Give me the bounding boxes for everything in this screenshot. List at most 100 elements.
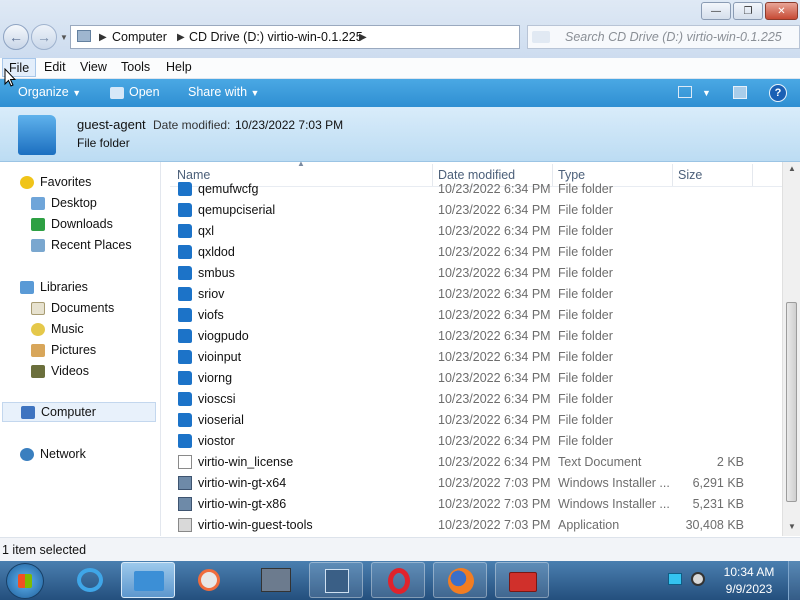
view-options-icon[interactable] [678, 86, 692, 98]
folder-icon [178, 182, 192, 196]
open-button[interactable]: Open [129, 85, 160, 99]
file-date-modified: 10/23/2022 6:34 PM [438, 392, 551, 406]
back-button[interactable]: ← [3, 24, 29, 50]
preview-pane-icon[interactable] [733, 86, 747, 99]
chevron-down-icon: ▼ [72, 88, 82, 98]
vertical-scrollbar[interactable]: ▲ ▼ [782, 162, 800, 536]
column-size[interactable]: Size [678, 168, 702, 182]
file-date-modified: 10/23/2022 6:34 PM [438, 350, 551, 364]
file-list: qemufwcfg 10/23/2022 6:34 PM File folder qe… [0, 182, 782, 536]
file-row[interactable]: viogpudo 10/23/2022 6:34 PM File folder [170, 326, 782, 347]
start-button[interactable] [6, 563, 44, 599]
file-date-modified: 10/23/2022 6:34 PM [438, 266, 551, 280]
file-row[interactable]: virtio-win-gt-x64 10/23/2022 7:03 PM Windo… [170, 473, 782, 494]
search-box[interactable]: Search CD Drive (D:) virtio-win-0.1.225 [527, 25, 800, 49]
file-row[interactable]: virtio-win-guest-tools 10/23/2022 7:03 PM… [170, 515, 782, 536]
file-date-modified: 10/23/2022 7:03 PM [438, 476, 551, 490]
scroll-thumb[interactable] [786, 302, 797, 502]
file-row[interactable]: virtio-win-gt-x86 10/23/2022 7:03 PM Windo… [170, 494, 782, 515]
minimize-button[interactable]: — [701, 2, 731, 20]
file-row[interactable]: qemupciserial 10/23/2022 6:34 PM File fold… [170, 200, 782, 221]
file-row[interactable]: virtio-win_license 10/23/2022 6:34 PM Text… [170, 452, 782, 473]
menu-tools[interactable]: Tools [121, 60, 150, 74]
tray-network-icon[interactable] [668, 573, 682, 585]
file-row[interactable]: smbus 10/23/2022 6:34 PM File folder [170, 263, 782, 284]
share-with-label: Share with [188, 85, 248, 99]
file-type: Text Document [558, 455, 642, 469]
file-row[interactable]: vioscsi 10/23/2022 6:34 PM File folder [170, 389, 782, 410]
organize-button[interactable]: Organize ▼ [18, 85, 81, 99]
file-row[interactable]: sriov 10/23/2022 6:34 PM File folder [170, 284, 782, 305]
help-icon[interactable]: ? [769, 84, 787, 102]
taskbar-app-window[interactable] [309, 562, 363, 598]
file-row[interactable]: vioserial 10/23/2022 6:34 PM File folder [170, 410, 782, 431]
details-type: File folder [77, 136, 130, 150]
breadcrumb-separator-icon: ▶ [99, 32, 107, 43]
clock-date[interactable]: 9/9/2023 [722, 582, 776, 596]
breadcrumb-computer[interactable]: Computer [112, 30, 167, 44]
clock-time[interactable]: 10:34 AM [722, 565, 776, 579]
menu-edit[interactable]: Edit [44, 60, 66, 74]
taskbar-opera[interactable] [371, 562, 425, 598]
column-type[interactable]: Type [558, 168, 585, 182]
file-row[interactable]: qxldod 10/23/2022 6:34 PM File folder [170, 242, 782, 263]
file-row[interactable]: qemufwcfg 10/23/2022 6:34 PM File folder [170, 182, 782, 200]
menu-view[interactable]: View [80, 60, 107, 74]
file-date-modified: 10/23/2022 7:03 PM [438, 518, 551, 532]
file-name: qxldod [198, 245, 235, 259]
taskbar-firefox[interactable] [433, 562, 487, 598]
forward-button[interactable]: → [31, 24, 57, 50]
app-window-icon [325, 569, 349, 593]
column-date-modified[interactable]: Date modified [438, 168, 515, 182]
share-with-button[interactable]: Share with ▼ [188, 85, 259, 99]
windows-logo-icon [18, 574, 32, 588]
details-date-label: Date modified: [153, 118, 231, 132]
file-name: sriov [198, 287, 225, 301]
column-name[interactable]: Name [177, 168, 210, 182]
file-size: 6,291 KB [692, 476, 744, 490]
menu-help[interactable]: Help [166, 60, 192, 74]
file-name: virtio-win_license [198, 455, 294, 469]
maximize-button[interactable]: ❐ [733, 2, 763, 20]
file-name: qemufwcfg [198, 182, 259, 196]
details-name: guest-agent [77, 117, 146, 132]
taskbar-app-computer[interactable] [249, 562, 303, 598]
taskbar-internet-explorer[interactable] [63, 562, 117, 598]
file-type: File folder [558, 371, 613, 385]
file-row[interactable]: qxl 10/23/2022 6:34 PM File folder [170, 221, 782, 242]
file-row[interactable]: viostor 10/23/2022 6:34 PM File folder [170, 431, 782, 452]
folder-icon [178, 245, 192, 259]
taskbar-media-player[interactable] [181, 562, 235, 598]
address-bar[interactable]: ▶ Computer ▶ CD Drive (D:) virtio-win-0.… [70, 25, 520, 49]
refresh-icon[interactable] [532, 31, 550, 43]
tray-volume-icon[interactable] [691, 572, 705, 586]
ie-icon [77, 568, 103, 592]
file-row[interactable]: vioinput 10/23/2022 6:34 PM File folder [170, 347, 782, 368]
file-date-modified: 10/23/2022 7:03 PM [438, 497, 551, 511]
folder-icon [178, 266, 192, 280]
folder-icon [178, 329, 192, 343]
file-size: 30,408 KB [685, 518, 744, 532]
file-type: File folder [558, 266, 613, 280]
show-desktop-button[interactable] [788, 561, 800, 600]
close-button[interactable]: ✕ [765, 2, 798, 20]
title-bar: — ❐ ✕ ← → ▼ ▶ Computer ▶ CD Drive (D:) v… [0, 0, 800, 58]
file-type: File folder [558, 245, 613, 259]
file-name: viofs [198, 308, 224, 322]
taskbar-explorer[interactable] [121, 562, 175, 598]
status-bar: 1 item selected [0, 537, 800, 562]
file-name: vioscsi [198, 392, 236, 406]
scroll-up-arrow-icon[interactable]: ▲ [788, 164, 796, 173]
file-type: File folder [558, 203, 613, 217]
file-row[interactable]: viofs 10/23/2022 6:34 PM File folder [170, 305, 782, 326]
scroll-down-arrow-icon[interactable]: ▼ [788, 522, 796, 531]
recent-pages-chevron-icon[interactable]: ▼ [60, 33, 68, 42]
view-chevron-icon[interactable]: ▼ [702, 88, 711, 98]
details-date-value: 10/23/2022 7:03 PM [235, 118, 344, 132]
folder-icon [178, 434, 192, 448]
folder-icon [178, 203, 192, 217]
taskbar-toolbox[interactable] [495, 562, 549, 598]
breadcrumb-cd-drive[interactable]: CD Drive (D:) virtio-win-0.1.225 [189, 30, 363, 44]
file-row[interactable]: viorng 10/23/2022 6:34 PM File folder [170, 368, 782, 389]
file-type: File folder [558, 287, 613, 301]
